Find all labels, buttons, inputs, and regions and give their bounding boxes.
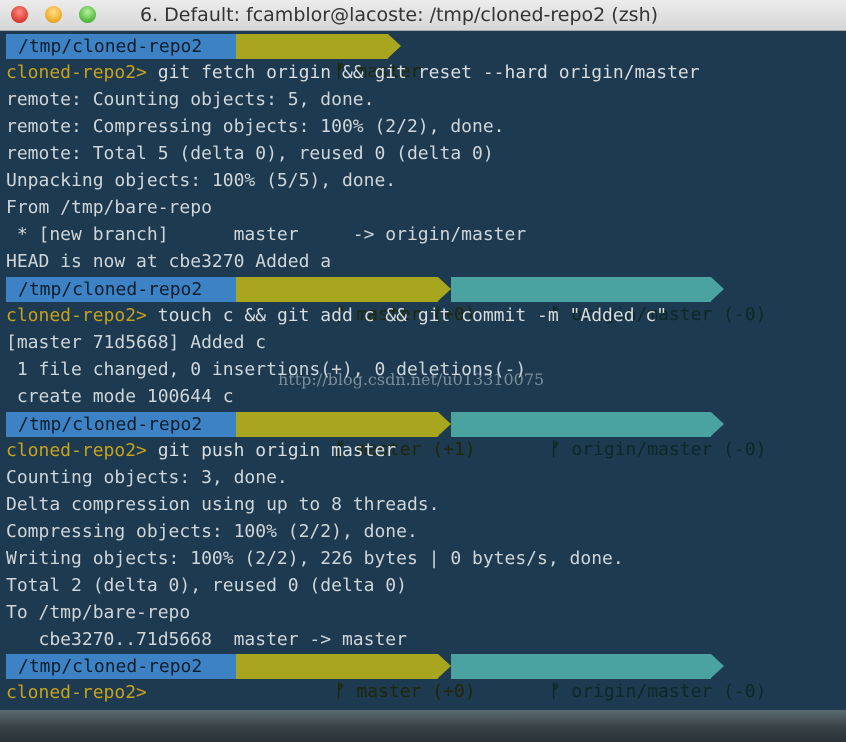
segment-separator xyxy=(438,412,451,436)
output-line: To /tmp/bare-repo xyxy=(6,602,191,623)
segment-separator xyxy=(711,277,724,301)
zoom-window-button[interactable] xyxy=(79,6,96,23)
desktop-background xyxy=(0,710,846,742)
output-line: Counting objects: 3, done. xyxy=(6,467,288,488)
segment-separator xyxy=(438,654,451,678)
remote-segment: ᚠ origin/master (-0) xyxy=(451,277,766,325)
command-line: cloned-repo2> git fetch origin && git re… xyxy=(6,59,700,86)
output-line: Writing objects: 100% (2/2), 226 bytes |… xyxy=(6,548,624,569)
command-text: git fetch origin && git reset --hard ori… xyxy=(157,62,700,83)
output-line: HEAD is now at cbe3270 Added a xyxy=(6,251,332,272)
branch-segment: ᚠ master xyxy=(236,34,421,82)
command-text: touch c && git add c && git commit -m "A… xyxy=(157,305,668,326)
output-line: Delta compression using up to 8 threads. xyxy=(6,494,440,515)
branch-segment: ᚠ master (+0) xyxy=(236,277,476,325)
remote-name: origin/master (-0) xyxy=(571,681,767,702)
output-line: [master 71d5668] Added c xyxy=(6,332,267,353)
path-segment: /tmp/cloned-repo2 xyxy=(6,654,236,679)
segment-separator xyxy=(711,654,724,678)
path-segment: /tmp/cloned-repo2 xyxy=(6,412,236,437)
command-line: cloned-repo2> touch c && git add c && gi… xyxy=(6,302,667,329)
output-line: remote: Compressing objects: 100% (2/2),… xyxy=(6,116,505,137)
output-line: * [new branch] master -> origin/master xyxy=(6,224,527,245)
remote-segment: ᚠ origin/master (-0) xyxy=(451,412,766,460)
prompt: cloned-repo2> xyxy=(6,440,147,461)
command-line: cloned-repo2> xyxy=(6,679,147,706)
window-title: 6. Default: fcamblor@lacoste: /tmp/clone… xyxy=(140,4,659,26)
output-line: Total 2 (delta 0), reused 0 (delta 0) xyxy=(6,575,407,596)
output-line: create mode 100644 c xyxy=(6,386,234,407)
command-line: cloned-repo2> git push origin master xyxy=(6,437,396,464)
branch-segment: ᚠ master (+0) xyxy=(236,654,476,702)
path-segment: /tmp/cloned-repo2 xyxy=(6,277,236,302)
segment-separator xyxy=(388,34,401,58)
terminal-window: 6. Default: fcamblor@lacoste: /tmp/clone… xyxy=(0,0,846,742)
remote-name: origin/master (-0) xyxy=(571,439,767,460)
branch-name: master (+0) xyxy=(356,681,476,702)
close-window-button[interactable] xyxy=(11,6,28,23)
segment-separator xyxy=(711,412,724,436)
path-segment: /tmp/cloned-repo2 xyxy=(6,34,236,59)
output-line: Unpacking objects: 100% (5/5), done. xyxy=(6,170,397,191)
output-line: From /tmp/bare-repo xyxy=(6,197,212,218)
prompt: cloned-repo2> xyxy=(6,305,147,326)
watermark: http://blog.csdn.net/u013310075 xyxy=(278,370,545,389)
output-line: remote: Total 5 (delta 0), reused 0 (del… xyxy=(6,143,494,164)
prompt: cloned-repo2> xyxy=(6,682,147,703)
branch-segment: ᚠ master (+1) xyxy=(236,412,476,460)
branch-icon: ᚠ xyxy=(334,681,346,702)
minimize-window-button[interactable] xyxy=(45,6,62,23)
title-bar[interactable]: 6. Default: fcamblor@lacoste: /tmp/clone… xyxy=(0,0,846,31)
remote-segment: ᚠ origin/master (-0) xyxy=(451,654,766,702)
output-line: cbe3270..71d5668 master -> master xyxy=(6,629,407,650)
prompt: cloned-repo2> xyxy=(6,62,147,83)
output-line: remote: Counting objects: 5, done. xyxy=(6,89,375,110)
segment-separator xyxy=(438,277,451,301)
branch-icon: ᚠ xyxy=(549,681,561,702)
output-line: Compressing objects: 100% (2/2), done. xyxy=(6,521,418,542)
branch-icon: ᚠ xyxy=(549,439,561,460)
command-text: git push origin master xyxy=(157,440,397,461)
